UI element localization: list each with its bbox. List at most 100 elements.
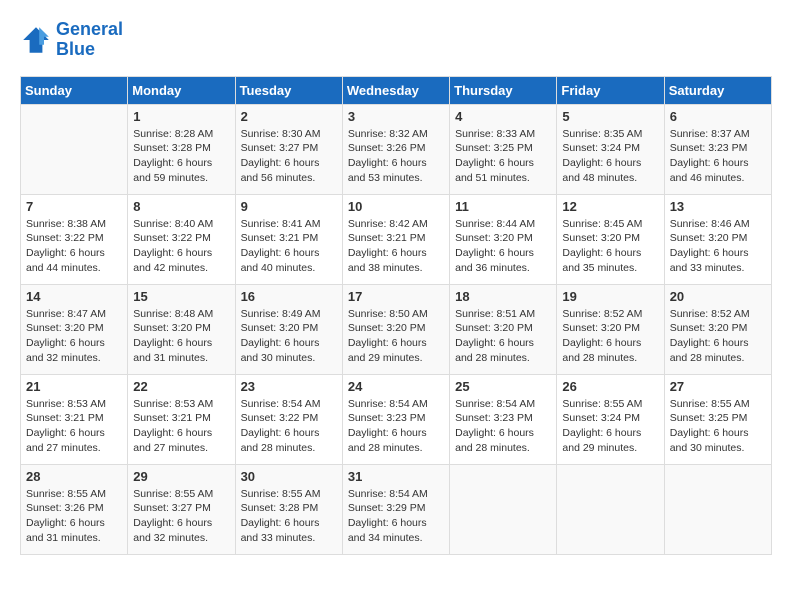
calendar-cell [450, 464, 557, 554]
weekday-header-row: SundayMondayTuesdayWednesdayThursdayFrid… [21, 76, 772, 104]
day-info: Sunrise: 8:30 AMSunset: 3:27 PMDaylight:… [241, 127, 337, 186]
day-info: Sunrise: 8:51 AMSunset: 3:20 PMDaylight:… [455, 307, 551, 366]
calendar-week-1: 1Sunrise: 8:28 AMSunset: 3:28 PMDaylight… [21, 104, 772, 194]
day-number: 19 [562, 289, 658, 304]
day-number: 18 [455, 289, 551, 304]
day-number: 3 [348, 109, 444, 124]
day-number: 15 [133, 289, 229, 304]
day-info: Sunrise: 8:44 AMSunset: 3:20 PMDaylight:… [455, 217, 551, 276]
day-info: Sunrise: 8:50 AMSunset: 3:20 PMDaylight:… [348, 307, 444, 366]
day-number: 26 [562, 379, 658, 394]
calendar-cell: 9 Sunrise: 8:41 AMSunset: 3:21 PMDaylight… [235, 194, 342, 284]
day-info: Sunrise: 8:37 AMSunset: 3:23 PMDaylight:… [670, 127, 766, 186]
day-number: 7 [26, 199, 122, 214]
day-info: Sunrise: 8:55 AMSunset: 3:26 PMDaylight:… [26, 487, 122, 546]
calendar-cell: 30 Sunrise: 8:55 AMSunset: 3:28 PMDayligh… [235, 464, 342, 554]
day-info: Sunrise: 8:47 AMSunset: 3:20 PMDaylight:… [26, 307, 122, 366]
day-number: 20 [670, 289, 766, 304]
day-info: Sunrise: 8:53 AMSunset: 3:21 PMDaylight:… [133, 397, 229, 456]
calendar-cell: 21Sunrise: 8:53 AMSunset: 3:21 PMDayligh… [21, 374, 128, 464]
calendar-cell: 19 Sunrise: 8:52 AMSunset: 3:20 PMDayligh… [557, 284, 664, 374]
calendar-cell: 17 Sunrise: 8:50 AMSunset: 3:20 PMDayligh… [342, 284, 449, 374]
weekday-header-saturday: Saturday [664, 76, 771, 104]
calendar-cell: 26 Sunrise: 8:55 AMSunset: 3:24 PMDayligh… [557, 374, 664, 464]
day-number: 22 [133, 379, 229, 394]
day-info: Sunrise: 8:55 AMSunset: 3:27 PMDaylight:… [133, 487, 229, 546]
day-number: 1 [133, 109, 229, 124]
calendar-cell: 16 Sunrise: 8:49 AMSunset: 3:20 PMDayligh… [235, 284, 342, 374]
day-number: 17 [348, 289, 444, 304]
day-info: Sunrise: 8:32 AMSunset: 3:26 PMDaylight:… [348, 127, 444, 186]
day-info: Sunrise: 8:42 AMSunset: 3:21 PMDaylight:… [348, 217, 444, 276]
day-number: 29 [133, 469, 229, 484]
weekday-header-thursday: Thursday [450, 76, 557, 104]
day-info: Sunrise: 8:41 AMSunset: 3:21 PMDaylight:… [241, 217, 337, 276]
calendar-week-5: 28 Sunrise: 8:55 AMSunset: 3:26 PMDayligh… [21, 464, 772, 554]
day-info: Sunrise: 8:52 AMSunset: 3:20 PMDaylight:… [562, 307, 658, 366]
calendar-cell: 14 Sunrise: 8:47 AMSunset: 3:20 PMDayligh… [21, 284, 128, 374]
calendar-cell: 2 Sunrise: 8:30 AMSunset: 3:27 PMDaylight… [235, 104, 342, 194]
day-number: 14 [26, 289, 122, 304]
day-number: 30 [241, 469, 337, 484]
calendar-cell: 7 Sunrise: 8:38 AMSunset: 3:22 PMDaylight… [21, 194, 128, 284]
weekday-header-monday: Monday [128, 76, 235, 104]
calendar-week-4: 21Sunrise: 8:53 AMSunset: 3:21 PMDayligh… [21, 374, 772, 464]
day-number: 5 [562, 109, 658, 124]
day-number: 31 [348, 469, 444, 484]
calendar-cell: 1Sunrise: 8:28 AMSunset: 3:28 PMDaylight… [128, 104, 235, 194]
day-info: Sunrise: 8:54 AMSunset: 3:23 PMDaylight:… [348, 397, 444, 456]
day-info: Sunrise: 8:35 AMSunset: 3:24 PMDaylight:… [562, 127, 658, 186]
calendar-cell [557, 464, 664, 554]
day-number: 9 [241, 199, 337, 214]
calendar-cell: 27Sunrise: 8:55 AMSunset: 3:25 PMDayligh… [664, 374, 771, 464]
logo-text: General Blue [56, 20, 123, 60]
calendar-cell: 23Sunrise: 8:54 AMSunset: 3:22 PMDayligh… [235, 374, 342, 464]
day-info: Sunrise: 8:46 AMSunset: 3:20 PMDaylight:… [670, 217, 766, 276]
calendar-week-2: 7 Sunrise: 8:38 AMSunset: 3:22 PMDaylight… [21, 194, 772, 284]
calendar-cell: 24 Sunrise: 8:54 AMSunset: 3:23 PMDayligh… [342, 374, 449, 464]
day-number: 13 [670, 199, 766, 214]
calendar-cell: 25Sunrise: 8:54 AMSunset: 3:23 PMDayligh… [450, 374, 557, 464]
calendar-cell: 4Sunrise: 8:33 AMSunset: 3:25 PMDaylight… [450, 104, 557, 194]
day-number: 28 [26, 469, 122, 484]
day-number: 8 [133, 199, 229, 214]
calendar-cell: 3 Sunrise: 8:32 AMSunset: 3:26 PMDaylight… [342, 104, 449, 194]
calendar-cell: 29 Sunrise: 8:55 AMSunset: 3:27 PMDayligh… [128, 464, 235, 554]
day-number: 12 [562, 199, 658, 214]
calendar-table: SundayMondayTuesdayWednesdayThursdayFrid… [20, 76, 772, 555]
day-number: 2 [241, 109, 337, 124]
logo-icon [20, 24, 52, 56]
day-info: Sunrise: 8:53 AMSunset: 3:21 PMDaylight:… [26, 397, 122, 456]
weekday-header-tuesday: Tuesday [235, 76, 342, 104]
weekday-header-sunday: Sunday [21, 76, 128, 104]
weekday-header-wednesday: Wednesday [342, 76, 449, 104]
page-header: General Blue [20, 20, 772, 60]
day-info: Sunrise: 8:52 AMSunset: 3:20 PMDaylight:… [670, 307, 766, 366]
logo: General Blue [20, 20, 123, 60]
calendar-cell: 28 Sunrise: 8:55 AMSunset: 3:26 PMDayligh… [21, 464, 128, 554]
day-info: Sunrise: 8:54 AMSunset: 3:22 PMDaylight:… [241, 397, 337, 456]
day-number: 16 [241, 289, 337, 304]
calendar-cell: 31Sunrise: 8:54 AMSunset: 3:29 PMDayligh… [342, 464, 449, 554]
calendar-cell: 10 Sunrise: 8:42 AMSunset: 3:21 PMDayligh… [342, 194, 449, 284]
calendar-cell: 11 Sunrise: 8:44 AMSunset: 3:20 PMDayligh… [450, 194, 557, 284]
day-number: 10 [348, 199, 444, 214]
day-info: Sunrise: 8:54 AMSunset: 3:23 PMDaylight:… [455, 397, 551, 456]
calendar-cell: 6Sunrise: 8:37 AMSunset: 3:23 PMDaylight… [664, 104, 771, 194]
calendar-cell: 22 Sunrise: 8:53 AMSunset: 3:21 PMDayligh… [128, 374, 235, 464]
day-info: Sunrise: 8:38 AMSunset: 3:22 PMDaylight:… [26, 217, 122, 276]
day-info: Sunrise: 8:40 AMSunset: 3:22 PMDaylight:… [133, 217, 229, 276]
day-number: 4 [455, 109, 551, 124]
calendar-cell [21, 104, 128, 194]
day-number: 24 [348, 379, 444, 394]
day-info: Sunrise: 8:49 AMSunset: 3:20 PMDaylight:… [241, 307, 337, 366]
day-number: 11 [455, 199, 551, 214]
calendar-cell: 8 Sunrise: 8:40 AMSunset: 3:22 PMDaylight… [128, 194, 235, 284]
day-info: Sunrise: 8:55 AMSunset: 3:28 PMDaylight:… [241, 487, 337, 546]
calendar-cell [664, 464, 771, 554]
calendar-cell: 13 Sunrise: 8:46 AMSunset: 3:20 PMDayligh… [664, 194, 771, 284]
calendar-cell: 12 Sunrise: 8:45 AMSunset: 3:20 PMDayligh… [557, 194, 664, 284]
day-info: Sunrise: 8:55 AMSunset: 3:25 PMDaylight:… [670, 397, 766, 456]
day-info: Sunrise: 8:45 AMSunset: 3:20 PMDaylight:… [562, 217, 658, 276]
day-info: Sunrise: 8:55 AMSunset: 3:24 PMDaylight:… [562, 397, 658, 456]
